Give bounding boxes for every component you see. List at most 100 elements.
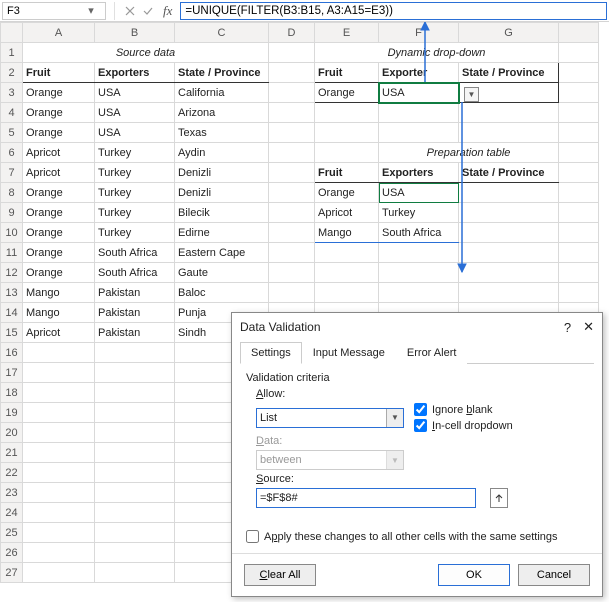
chevron-down-icon[interactable]: ▼: [386, 409, 403, 427]
row-header[interactable]: 3: [1, 83, 23, 103]
cell[interactable]: Orange: [23, 263, 95, 283]
cell[interactable]: South Africa: [95, 263, 175, 283]
cell[interactable]: Orange: [23, 123, 95, 143]
tab-settings[interactable]: Settings: [240, 342, 302, 364]
cell[interactable]: Denizli: [175, 163, 269, 183]
cancel-button[interactable]: Cancel: [518, 564, 590, 586]
cell[interactable]: Turkey: [379, 203, 459, 223]
cell[interactable]: Orange: [23, 83, 95, 103]
name-box-input[interactable]: [3, 5, 83, 17]
enter-icon[interactable]: [141, 4, 155, 18]
row-header[interactable]: 1: [1, 43, 23, 63]
cell-dyn-fruit[interactable]: Orange: [315, 83, 379, 103]
row-header[interactable]: 6: [1, 143, 23, 163]
cell[interactable]: Orange: [23, 183, 95, 203]
cell[interactable]: Pakistan: [95, 283, 175, 303]
row-header[interactable]: 25: [1, 523, 23, 543]
cell[interactable]: [459, 203, 559, 223]
col-header-extra[interactable]: [559, 23, 599, 43]
cell[interactable]: Orange: [23, 223, 95, 243]
cell[interactable]: USA: [95, 103, 175, 123]
cell[interactable]: Turkey: [95, 203, 175, 223]
row-header[interactable]: 11: [1, 243, 23, 263]
row-header[interactable]: 24: [1, 503, 23, 523]
cell[interactable]: Orange: [23, 103, 95, 123]
cell-F8[interactable]: USA: [379, 183, 459, 203]
cell-F3-selected[interactable]: USA: [379, 83, 459, 103]
help-icon[interactable]: ?: [564, 320, 571, 335]
row-header[interactable]: 23: [1, 483, 23, 503]
row-header[interactable]: 19: [1, 403, 23, 423]
row-header[interactable]: 15: [1, 323, 23, 343]
row-header[interactable]: 9: [1, 203, 23, 223]
cell[interactable]: Mango: [23, 303, 95, 323]
cell[interactable]: Mango: [315, 223, 379, 243]
cell[interactable]: Orange: [23, 243, 95, 263]
col-header-F[interactable]: F: [379, 23, 459, 43]
clear-all-button[interactable]: Clear All: [244, 564, 316, 586]
cell[interactable]: Turkey: [95, 163, 175, 183]
row-header[interactable]: 8: [1, 183, 23, 203]
cell[interactable]: Texas: [175, 123, 269, 143]
row-header[interactable]: 22: [1, 463, 23, 483]
dropdown-button-icon[interactable]: ▼: [464, 87, 479, 102]
cell[interactable]: Apricot: [23, 143, 95, 163]
col-header-G[interactable]: G: [459, 23, 559, 43]
col-header-A[interactable]: A: [23, 23, 95, 43]
row-header[interactable]: 20: [1, 423, 23, 443]
cell[interactable]: Denizli: [175, 183, 269, 203]
cell[interactable]: [459, 183, 559, 203]
cell[interactable]: South Africa: [95, 243, 175, 263]
incell-dropdown-checkbox[interactable]: [414, 419, 427, 432]
allow-select[interactable]: List ▼: [256, 408, 404, 428]
name-box[interactable]: ▾: [2, 2, 106, 20]
cell[interactable]: South Africa: [379, 223, 459, 243]
row-header[interactable]: 4: [1, 103, 23, 123]
cell[interactable]: Apricot: [23, 323, 95, 343]
row-header[interactable]: 16: [1, 343, 23, 363]
row-header[interactable]: 5: [1, 123, 23, 143]
col-header-C[interactable]: C: [175, 23, 269, 43]
cell[interactable]: USA: [95, 83, 175, 103]
cell[interactable]: Pakistan: [95, 303, 175, 323]
cell[interactable]: USA: [95, 123, 175, 143]
cell[interactable]: Edirne: [175, 223, 269, 243]
cell[interactable]: Apricot: [23, 163, 95, 183]
row-header[interactable]: 26: [1, 543, 23, 563]
tab-error-alert[interactable]: Error Alert: [396, 342, 468, 364]
row-header[interactable]: 14: [1, 303, 23, 323]
row-header[interactable]: 12: [1, 263, 23, 283]
cell[interactable]: Turkey: [95, 223, 175, 243]
range-collapse-icon[interactable]: [490, 488, 508, 508]
col-header-B[interactable]: B: [95, 23, 175, 43]
tab-input-message[interactable]: Input Message: [302, 342, 396, 364]
cancel-icon[interactable]: [123, 4, 137, 18]
cell[interactable]: Aydin: [175, 143, 269, 163]
row-header[interactable]: 2: [1, 63, 23, 83]
select-all-corner[interactable]: [1, 23, 23, 43]
name-box-dropdown[interactable]: ▾: [83, 4, 99, 17]
close-icon[interactable]: ✕: [583, 319, 594, 335]
cell[interactable]: Eastern Cape: [175, 243, 269, 263]
ok-button[interactable]: OK: [438, 564, 510, 586]
col-header-D[interactable]: D: [269, 23, 315, 43]
row-header[interactable]: 18: [1, 383, 23, 403]
cell[interactable]: Orange: [23, 203, 95, 223]
cell[interactable]: [459, 223, 559, 243]
cell[interactable]: Mango: [23, 283, 95, 303]
cell[interactable]: Pakistan: [95, 323, 175, 343]
cell[interactable]: Gaute: [175, 263, 269, 283]
cell[interactable]: Apricot: [315, 203, 379, 223]
cell[interactable]: Orange: [315, 183, 379, 203]
row-header[interactable]: 7: [1, 163, 23, 183]
col-header-E[interactable]: E: [315, 23, 379, 43]
row-header[interactable]: 13: [1, 283, 23, 303]
ignore-blank-checkbox[interactable]: [414, 403, 427, 416]
row-header[interactable]: 21: [1, 443, 23, 463]
source-input[interactable]: =$F$8#: [256, 488, 476, 508]
fx-icon[interactable]: fx: [159, 3, 176, 19]
cell[interactable]: Turkey: [95, 143, 175, 163]
formula-input[interactable]: [180, 2, 607, 20]
row-header[interactable]: 10: [1, 223, 23, 243]
row-header[interactable]: 17: [1, 363, 23, 383]
